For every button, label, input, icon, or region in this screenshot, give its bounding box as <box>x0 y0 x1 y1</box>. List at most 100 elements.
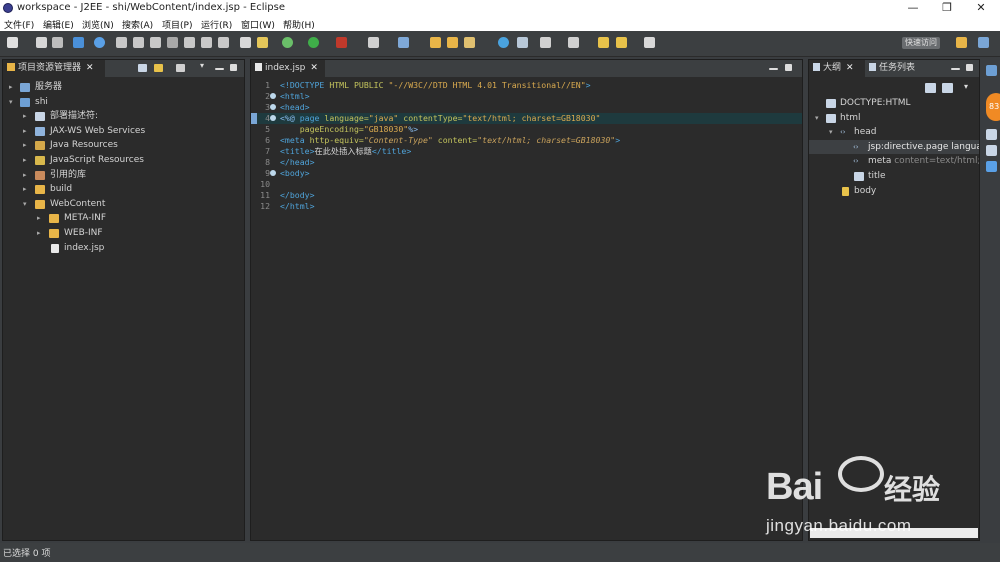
tab-task-list[interactable]: 任务列表 <box>865 60 929 77</box>
run-icon[interactable] <box>308 37 319 48</box>
expand-icon[interactable]: ▸ <box>9 80 13 95</box>
minimize-view-icon[interactable] <box>769 68 778 70</box>
step-over-icon[interactable] <box>201 37 212 48</box>
expand-icon[interactable]: ▸ <box>23 109 27 124</box>
fold-icon[interactable] <box>270 170 276 176</box>
save-all-icon[interactable] <box>52 37 63 48</box>
new-icon[interactable] <box>7 37 18 48</box>
tree-item-libraries[interactable]: ▸ 引用的库 <box>3 168 244 183</box>
outline-item-title[interactable]: title <box>809 169 979 184</box>
collapse-icon[interactable]: ▾ <box>815 111 819 126</box>
quick-access-input[interactable]: 快速访问 <box>902 37 940 49</box>
minimize-button[interactable]: — <box>896 0 930 16</box>
sort-icon[interactable] <box>942 83 953 93</box>
toggle-icon[interactable] <box>240 37 251 48</box>
tree-item-shi[interactable]: ▾ shi <box>3 95 244 110</box>
tree-item-index-jsp[interactable]: index.jsp <box>3 241 244 256</box>
maximize-view-icon[interactable] <box>230 64 237 71</box>
tree-item-build[interactable]: ▸ build <box>3 182 244 197</box>
menu-run[interactable]: 运行(R) <box>201 18 232 31</box>
tree-item-deployment-descriptor[interactable]: ▸ 部署描述符: <box>3 109 244 124</box>
tree-item-jax-ws[interactable]: ▸ JAX-WS Web Services <box>3 124 244 139</box>
tab-outline[interactable]: 大纲 ✕ <box>809 60 865 77</box>
expand-icon[interactable]: ▸ <box>37 211 41 226</box>
pin-icon[interactable] <box>568 37 579 48</box>
expand-icon[interactable]: ▸ <box>23 168 27 183</box>
tree-item-web-inf[interactable]: ▸ WEB-INF <box>3 226 244 241</box>
expand-icon[interactable]: ▸ <box>23 153 27 168</box>
globe-icon[interactable] <box>498 37 509 48</box>
debug-icon[interactable] <box>282 37 293 48</box>
outline-item-head[interactable]: ▾ ‹› head <box>809 125 979 140</box>
print-icon[interactable] <box>73 37 84 48</box>
view-menu-icon[interactable]: ▾ <box>964 82 976 94</box>
annotation-icon[interactable] <box>540 37 551 48</box>
open-type-icon[interactable] <box>257 37 268 48</box>
fold-icon[interactable] <box>270 104 276 110</box>
outline-item-meta[interactable]: ‹› meta content=text/html; c <box>809 154 979 169</box>
tree-item-webcontent[interactable]: ▾ WebContent <box>3 197 244 212</box>
search-icon[interactable] <box>517 37 528 48</box>
notification-badge[interactable]: 83 <box>986 93 1000 121</box>
fold-icon[interactable] <box>270 93 276 99</box>
terminate-icon[interactable] <box>150 37 161 48</box>
minimize-view-icon[interactable] <box>215 68 224 70</box>
close-icon[interactable]: ✕ <box>86 63 94 73</box>
collapse-icon[interactable]: ▾ <box>9 95 13 110</box>
outline-item-body[interactable]: body <box>809 184 979 199</box>
tab-index-jsp[interactable]: index.jsp ✕ <box>251 60 325 77</box>
menu-file[interactable]: 文件(F) <box>4 18 34 31</box>
history-icon[interactable] <box>616 37 627 48</box>
open-package-icon[interactable] <box>447 37 458 48</box>
expand-icon[interactable]: ▸ <box>37 226 41 241</box>
web-browser-icon[interactable] <box>94 37 105 48</box>
external-tools-icon[interactable] <box>336 37 347 48</box>
new-server-icon[interactable] <box>368 37 379 48</box>
tree-item-meta-inf[interactable]: ▸ META-INF <box>3 211 244 226</box>
palette-icon[interactable] <box>986 65 997 76</box>
forward-icon[interactable] <box>644 37 655 48</box>
save-icon[interactable] <box>36 37 47 48</box>
close-button[interactable]: ✕ <box>964 0 998 16</box>
maximize-view-icon[interactable] <box>785 64 792 71</box>
view-menu-icon[interactable]: ▾ <box>200 61 209 70</box>
menu-project[interactable]: 项目(P) <box>162 18 192 31</box>
outline-item-jsp-directive[interactable]: ‹› jsp:directive.page languag <box>809 139 979 155</box>
expand-icon[interactable]: ▸ <box>23 138 27 153</box>
filter-icon[interactable] <box>176 64 185 72</box>
edit-icon[interactable] <box>464 37 475 48</box>
menu-search[interactable]: 搜索(A) <box>122 18 153 31</box>
servers-icon[interactable] <box>986 145 997 156</box>
expand-icon[interactable]: ▸ <box>23 182 27 197</box>
code-editor[interactable]: 1 <!DOCTYPE HTML PUBLIC "-//W3C//DTD HTML… <box>251 80 802 212</box>
menu-edit[interactable]: 编辑(E) <box>43 18 74 31</box>
resume-icon[interactable] <box>116 37 127 48</box>
tab-project-explorer[interactable]: 项目资源管理器 ✕ <box>3 60 105 77</box>
step-into-icon[interactable] <box>184 37 195 48</box>
outline-item-doctype[interactable]: DOCTYPE:HTML <box>809 96 979 111</box>
java-ee-perspective-icon[interactable] <box>978 37 989 48</box>
new-java-icon[interactable] <box>398 37 409 48</box>
tree-item-java-resources[interactable]: ▸ Java Resources <box>3 138 244 153</box>
menu-window[interactable]: 窗口(W) <box>241 18 275 31</box>
console-icon[interactable] <box>986 161 997 172</box>
fold-icon[interactable] <box>270 115 276 121</box>
open-folder-icon[interactable] <box>430 37 441 48</box>
collapse-all-icon[interactable] <box>925 83 936 93</box>
properties-icon[interactable] <box>986 129 997 140</box>
collapse-all-icon[interactable] <box>138 64 147 72</box>
tree-item-servers[interactable]: ▸ 服务器 <box>3 80 244 95</box>
collapse-icon[interactable]: ▾ <box>23 197 27 212</box>
collapse-icon[interactable]: ▾ <box>829 125 833 140</box>
expand-icon[interactable]: ▸ <box>23 124 27 139</box>
back-icon[interactable] <box>598 37 609 48</box>
suspend-icon[interactable] <box>133 37 144 48</box>
close-icon[interactable]: ✕ <box>846 63 854 73</box>
link-editor-icon[interactable] <box>154 64 163 72</box>
menu-help[interactable]: 帮助(H) <box>283 18 315 31</box>
outline-item-html[interactable]: ▾ html <box>809 111 979 126</box>
open-perspective-icon[interactable] <box>956 37 967 48</box>
step-return-icon[interactable] <box>218 37 229 48</box>
minimize-view-icon[interactable] <box>951 68 960 70</box>
maximize-view-icon[interactable] <box>966 64 973 71</box>
